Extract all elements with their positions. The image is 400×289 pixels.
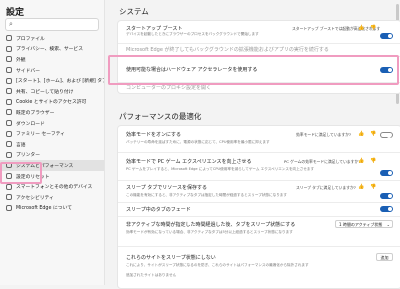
pc-gaming-row: 効率モードで PC ゲーム エクスペリエンスを向上させる PC ゲームをプレイす… (118, 152, 400, 181)
startup-boost-feedback-label: スタートアップ ブーストでは起動が高速化されます (292, 26, 381, 31)
sidebar-item[interactable]: プロファイル (0, 33, 104, 44)
sidebar-item-label: プロファイル (16, 36, 45, 42)
inactive-time-desc: 効率モードが有効になっている場合、非アクティブなタブは5分以上経過するとスリープ… (126, 230, 293, 234)
pc-gaming-feedback-label: PC ゲームの効率モードに満足していますか? (284, 159, 361, 164)
sidebar-item-label: ダウンロード (16, 121, 45, 127)
settings-nav: プロファイルプライバシー、検索、サービス 外観サイドバー [スタート]、[ホーム]、… (0, 33, 104, 213)
efficiency-feedback-label: 効率モードに満足していますか? (296, 132, 352, 137)
sleeping-tabs-title: スリープ タブでリソースを保存する (126, 185, 208, 191)
sidebar-item-label: プライバシー、検索、サービス (16, 47, 84, 53)
sleeping-tabs-feedback-label: スリープ タブに満足していますか? (296, 185, 356, 190)
sidebar-item[interactable]: Microsoft Edge について (0, 203, 104, 214)
sidebar-item-label: Cookie とサイトのアクセス許可 (16, 100, 87, 106)
startup-boost-row: スタートアップ ブースト デバイスを起動したときにブラウザーのプロセスをバックグ… (118, 21, 400, 44)
add-site-button[interactable]: 追加 (376, 253, 393, 261)
sidebar-item[interactable]: 共有、コピーして貼り付け (0, 86, 104, 97)
sidebar-item-icon (6, 98, 12, 105)
thumbs-down-icon[interactable]: 👎 (370, 158, 376, 164)
nav-highlight-box (0, 162, 42, 184)
sleeping-tabs-toggle[interactable] (380, 193, 393, 199)
sidebar-item-label: 外観 (16, 57, 26, 63)
search-icon: ⌕ (9, 20, 13, 28)
settings-title: 設定 (6, 8, 25, 18)
sleeping-tabs-desc: この機能を有効にすると、非アクティブなタブは指定した時間が経過するとスリープ状態… (126, 193, 287, 197)
no-sites-text: 追加されたサイトはありません (126, 273, 177, 277)
thumbs-down-icon[interactable]: 👎 (370, 184, 376, 190)
pc-gaming-desc: PC ゲームをプレイすると、Microsoft Edge によってCPU使用率を… (126, 167, 315, 171)
sidebar-item[interactable]: プライバシー、検索、サービス (0, 44, 104, 55)
sidebar-item-label: ファミリー セーフティ (16, 132, 65, 138)
hardware-acceleration-highlight-box (108, 55, 399, 85)
thumbs-up-icon[interactable]: 👍 (358, 158, 364, 164)
inactive-time-select-value: 1 時間のアクティブ状態 (339, 222, 383, 227)
sidebar-item-label: Microsoft Edge について (16, 206, 72, 212)
inactive-time-row: 非アクティブな時間が指定した時間経過した後、タブをスリープ状態にする 効率モード… (118, 216, 400, 247)
pc-gaming-toggle[interactable] (380, 170, 393, 176)
proxy-title: コンピューターのプロキシ設定を開く (126, 85, 212, 91)
sidebar-item-label: 共有、コピーして貼り付け (16, 89, 74, 95)
background-run-title: Microsoft Edge が終了してもバックグラウンドの拡張機能およびアプリ… (126, 47, 329, 53)
chevron-down-icon: ⌄ (386, 222, 390, 227)
sidebar-item-icon (6, 194, 12, 201)
sidebar-item-icon (6, 35, 12, 42)
sidebar-item-label: スマートフォンとその他のデバイス (16, 185, 93, 191)
performance-card: 効率モードをオンにする バッテリーの寿命を延ばすために、電源の状態に応じて、CP… (117, 125, 400, 289)
sidebar-item-icon (6, 141, 12, 148)
sidebar-item-icon (6, 67, 12, 74)
sidebar-item[interactable]: 外観 (0, 54, 104, 65)
sidebar-item-icon (6, 56, 12, 63)
performance-heading: パフォーマンスの最適化 (119, 112, 202, 121)
never-sleep-row: これらのサイトをスリープ状態にしない これにより、サイトがスリープ状態になるのを… (118, 246, 400, 288)
thumbs-up-icon[interactable]: 👍 (358, 131, 364, 137)
sidebar-item-icon (6, 151, 12, 158)
sidebar-item-icon (6, 45, 12, 52)
sidebar-item-label: プリンター (16, 153, 40, 159)
sidebar-item[interactable]: [スタート]、[ホーム]、および [新規] タブ (0, 75, 104, 86)
efficiency-desc: バッテリーの寿命を延ばすために、電源の状態に応じて、CPU使用率を最小限に抑えま… (126, 140, 270, 144)
settings-main: システム スタートアップ ブースト デバイスを起動したときにブラウザーのプロセス… (105, 0, 400, 289)
never-sleep-title: これらのサイトをスリープ状態にしない (126, 255, 216, 261)
fade-sleeping-toggle[interactable] (380, 206, 393, 212)
sidebar-item-icon (6, 183, 12, 190)
sidebar-item[interactable]: Cookie とサイトのアクセス許可 (0, 97, 104, 108)
sidebar-item-icon (6, 77, 12, 84)
inactive-time-select[interactable]: 1 時間のアクティブ状態 ⌄ (335, 220, 393, 228)
never-sleep-desc: これにより、サイトがスリープ状態になるのを防ぎ、これらのサイトはパフォーマンスの… (126, 263, 309, 267)
sidebar-item-icon (6, 130, 12, 137)
sidebar-item[interactable]: ダウンロード (0, 118, 104, 129)
sidebar-item[interactable]: アクセシビリティ (0, 192, 104, 203)
efficiency-title: 効率モードをオンにする (126, 132, 182, 138)
thumbs-up-icon[interactable]: 👍 (358, 25, 364, 31)
sidebar-item[interactable]: プリンター (0, 150, 104, 161)
fade-sleeping-row: スリープ中のタブのフェード (118, 202, 400, 217)
settings-search-input[interactable]: ⌕ (5, 18, 99, 31)
efficiency-row: 効率モードをオンにする バッテリーの寿命を延ばすために、電源の状態に応じて、CP… (118, 126, 400, 153)
sidebar-item[interactable]: 既定のブラウザー (0, 107, 104, 118)
inactive-time-title: 非アクティブな時間が指定した時間経過した後、タブをスリープ状態にする (126, 222, 296, 228)
sleeping-tabs-row: スリープ タブでリソースを保存する この機能を有効にすると、非アクティブなタブは… (118, 180, 400, 203)
sidebar-item-icon (6, 88, 12, 95)
sidebar-item-label: サイドバー (16, 68, 40, 74)
sidebar-item-label: アクセシビリティ (16, 195, 54, 201)
fade-sleeping-title: スリープ中のタブのフェード (126, 207, 191, 213)
sidebar-item-icon (6, 120, 12, 127)
sidebar-item[interactable]: サイドバー (0, 65, 104, 76)
thumbs-down-icon[interactable]: 👎 (370, 25, 376, 31)
sidebar-item-icon (6, 109, 12, 116)
sidebar-item[interactable]: ファミリー セーフティ (0, 128, 104, 139)
pc-gaming-title: 効率モードで PC ゲーム エクスペリエンスを向上させる (126, 159, 252, 165)
thumbs-up-icon[interactable]: 👍 (358, 184, 364, 190)
sidebar-item-label: [スタート]、[ホーム]、および [新規] タブ (16, 79, 104, 85)
thumbs-down-icon[interactable]: 👎 (370, 131, 376, 137)
settings-sidebar: 設定 ⌕ プロファイルプライバシー、検索、サービス 外観サイドバー [スタート]、[… (0, 0, 105, 285)
sidebar-item-icon (6, 204, 12, 211)
startup-boost-desc: デバイスを起動したときにブラウザーのプロセスをバックグラウンドで開始します (126, 32, 259, 36)
sidebar-item[interactable]: 言語 (0, 139, 104, 150)
sidebar-item-label: 既定のブラウザー (16, 110, 55, 116)
system-heading: システム (119, 7, 149, 16)
sidebar-item-label: 言語 (16, 142, 26, 148)
efficiency-toggle[interactable] (380, 132, 393, 138)
startup-boost-toggle[interactable] (380, 33, 393, 39)
startup-boost-title: スタートアップ ブースト (126, 26, 183, 32)
